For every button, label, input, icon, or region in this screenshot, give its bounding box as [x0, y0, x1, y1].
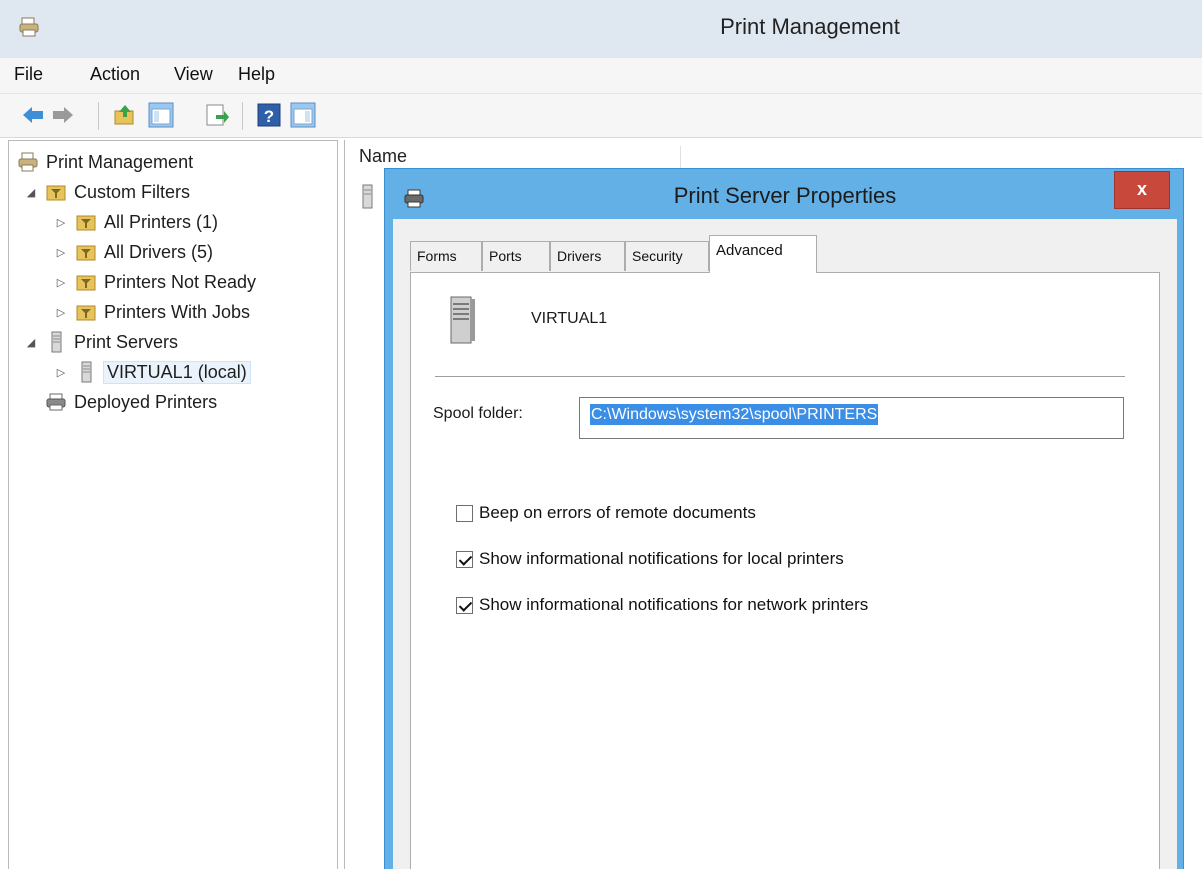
toolbar-separator — [242, 102, 243, 130]
filter-folder-icon — [76, 245, 96, 261]
filter-folder-icon — [46, 185, 66, 201]
expand-arrow-icon[interactable]: ▷ — [53, 246, 69, 259]
show-hide-action-pane-icon[interactable] — [290, 102, 316, 128]
network-notifications-option[interactable]: Show informational notifications for net… — [456, 595, 868, 615]
tree-item-all-drivers[interactable]: ▷ All Drivers (5) — [53, 237, 213, 267]
dialog-body: Forms Ports Drivers Security Advanced VI… — [393, 219, 1177, 869]
expand-arrow-icon[interactable]: ▷ — [53, 366, 69, 379]
spool-folder-label: Spool folder: — [433, 405, 523, 422]
window-title: Print Management — [720, 14, 900, 39]
checkbox-label: Beep on errors of remote documents — [479, 503, 756, 522]
tree-item-custom-filters[interactable]: ◢ Custom Filters — [23, 177, 190, 207]
divider — [435, 376, 1125, 377]
server-icon — [51, 331, 62, 353]
collapse-arrow-icon[interactable]: ◢ — [23, 336, 39, 349]
back-icon[interactable] — [20, 102, 46, 128]
expand-arrow-icon[interactable]: ▷ — [53, 276, 69, 289]
tree-item-label: VIRTUAL1 (local) — [103, 360, 251, 384]
tree-item-printers-with-jobs[interactable]: ▷ Printers With Jobs — [53, 297, 250, 327]
filter-folder-icon — [76, 275, 96, 291]
export-list-icon[interactable] — [204, 102, 230, 128]
local-notifications-checkbox[interactable] — [456, 550, 473, 568]
filter-folder-icon — [76, 215, 96, 231]
spool-folder-input[interactable]: C:\Windows\system32\spool\PRINTERS — [579, 397, 1124, 439]
server-name: VIRTUAL1 — [531, 310, 608, 327]
filter-folder-icon — [76, 305, 96, 321]
tree-item-print-servers[interactable]: ◢ Print Servers — [23, 327, 178, 357]
show-hide-console-tree-icon[interactable] — [148, 102, 174, 128]
tree-item-printers-not-ready[interactable]: ▷ Printers Not Ready — [53, 267, 256, 297]
beep-on-errors-option[interactable]: Beep on errors of remote documents — [456, 503, 756, 523]
tree-item-label: Printers With Jobs — [104, 301, 251, 322]
tree-item-print-management[interactable]: Print Management — [17, 147, 193, 177]
expand-arrow-icon[interactable]: ▷ — [53, 216, 69, 229]
tree-item-deployed-printers[interactable]: Deployed Printers — [23, 387, 217, 417]
checkbox-label: Show informational notifications for loc… — [479, 549, 844, 568]
tree-item-label: Deployed Printers — [74, 391, 218, 412]
menu-bar: File Action View Help — [0, 58, 1202, 94]
server-icon — [81, 361, 92, 383]
tab-ports[interactable]: Ports — [482, 241, 550, 271]
svg-text:?: ? — [264, 107, 274, 126]
tree-item-label: Printers Not Ready — [104, 271, 257, 292]
server-icon — [362, 184, 373, 209]
forward-icon[interactable] — [50, 102, 76, 128]
tree-item-label: Print Servers — [74, 331, 179, 352]
tree-item-label: All Drivers (5) — [104, 241, 214, 262]
tree-item-label: Print Management — [46, 151, 194, 172]
advanced-tab-panel: VIRTUAL1 Spool folder: C:\Windows\system… — [410, 272, 1160, 869]
title-bar: Print Management — [0, 0, 1202, 58]
expand-arrow-icon[interactable]: ▷ — [53, 306, 69, 319]
local-notifications-option[interactable]: Show informational notifications for loc… — [456, 549, 844, 569]
beep-on-errors-checkbox[interactable] — [456, 504, 473, 522]
close-button[interactable]: x — [1114, 171, 1170, 209]
tree-item-label: Custom Filters — [74, 181, 191, 202]
checkbox-label: Show informational notifications for net… — [479, 595, 869, 614]
server-icon — [450, 296, 475, 344]
menu-action[interactable]: Action — [90, 64, 140, 85]
toolbar-separator — [98, 102, 99, 130]
toolbar: ? — [0, 94, 1202, 138]
menu-view[interactable]: View — [174, 64, 213, 85]
console-tree: Print Management ◢ Custom Filters ▷ All … — [8, 140, 338, 869]
help-icon[interactable]: ? — [256, 102, 282, 128]
network-notifications-checkbox[interactable] — [456, 596, 473, 614]
print-management-icon — [18, 152, 38, 172]
tab-security[interactable]: Security — [625, 241, 709, 271]
dialog-title: Print Server Properties — [673, 183, 897, 208]
up-folder-icon[interactable] — [112, 102, 138, 128]
spool-folder-value: C:\Windows\system32\spool\PRINTERS — [590, 404, 879, 425]
collapse-arrow-icon[interactable]: ◢ — [23, 186, 39, 199]
printer-icon — [46, 393, 66, 411]
tree-item-virtual1-local[interactable]: ▷ VIRTUAL1 (local) — [53, 357, 251, 387]
tree-item-label: All Printers (1) — [104, 211, 219, 232]
tree-item-all-printers[interactable]: ▷ All Printers (1) — [53, 207, 218, 237]
tab-drivers[interactable]: Drivers — [550, 241, 625, 271]
menu-help[interactable]: Help — [238, 64, 275, 85]
tab-advanced[interactable]: Advanced — [709, 235, 817, 273]
tab-forms[interactable]: Forms — [410, 241, 482, 271]
print-server-properties-dialog: Print Server Properties x Forms Ports Dr… — [384, 168, 1184, 869]
menu-file[interactable]: File — [14, 64, 43, 85]
